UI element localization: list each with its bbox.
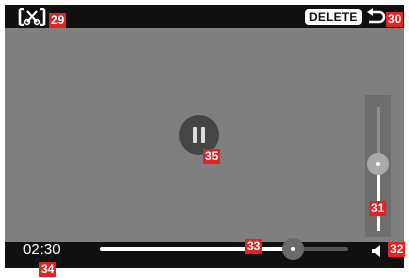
callout-delete: 30 [386, 12, 404, 27]
speaker-icon[interactable] [371, 244, 385, 258]
callout-pause: 35 [203, 149, 221, 164]
volume-slider-handle[interactable] [367, 153, 389, 176]
pause-icon-right-bar [201, 127, 205, 143]
callout-volume: 31 [369, 201, 387, 216]
scissors-bracket-icon[interactable] [18, 8, 46, 26]
return-arrow-icon[interactable] [366, 8, 386, 26]
volume-handle-dot [376, 162, 380, 167]
seek-progress-fill [100, 247, 294, 251]
callout-progress: 33 [245, 239, 263, 254]
seek-handle-dot [291, 247, 296, 251]
elapsed-time: 02:30 [23, 241, 61, 258]
callout-speaker: 32 [388, 242, 406, 257]
callout-cut: 29 [49, 13, 67, 28]
pause-icon-left-bar [193, 127, 197, 143]
delete-button[interactable]: DELETE [305, 9, 362, 25]
bottom-bar [5, 242, 404, 268]
callout-time: 34 [39, 262, 57, 277]
